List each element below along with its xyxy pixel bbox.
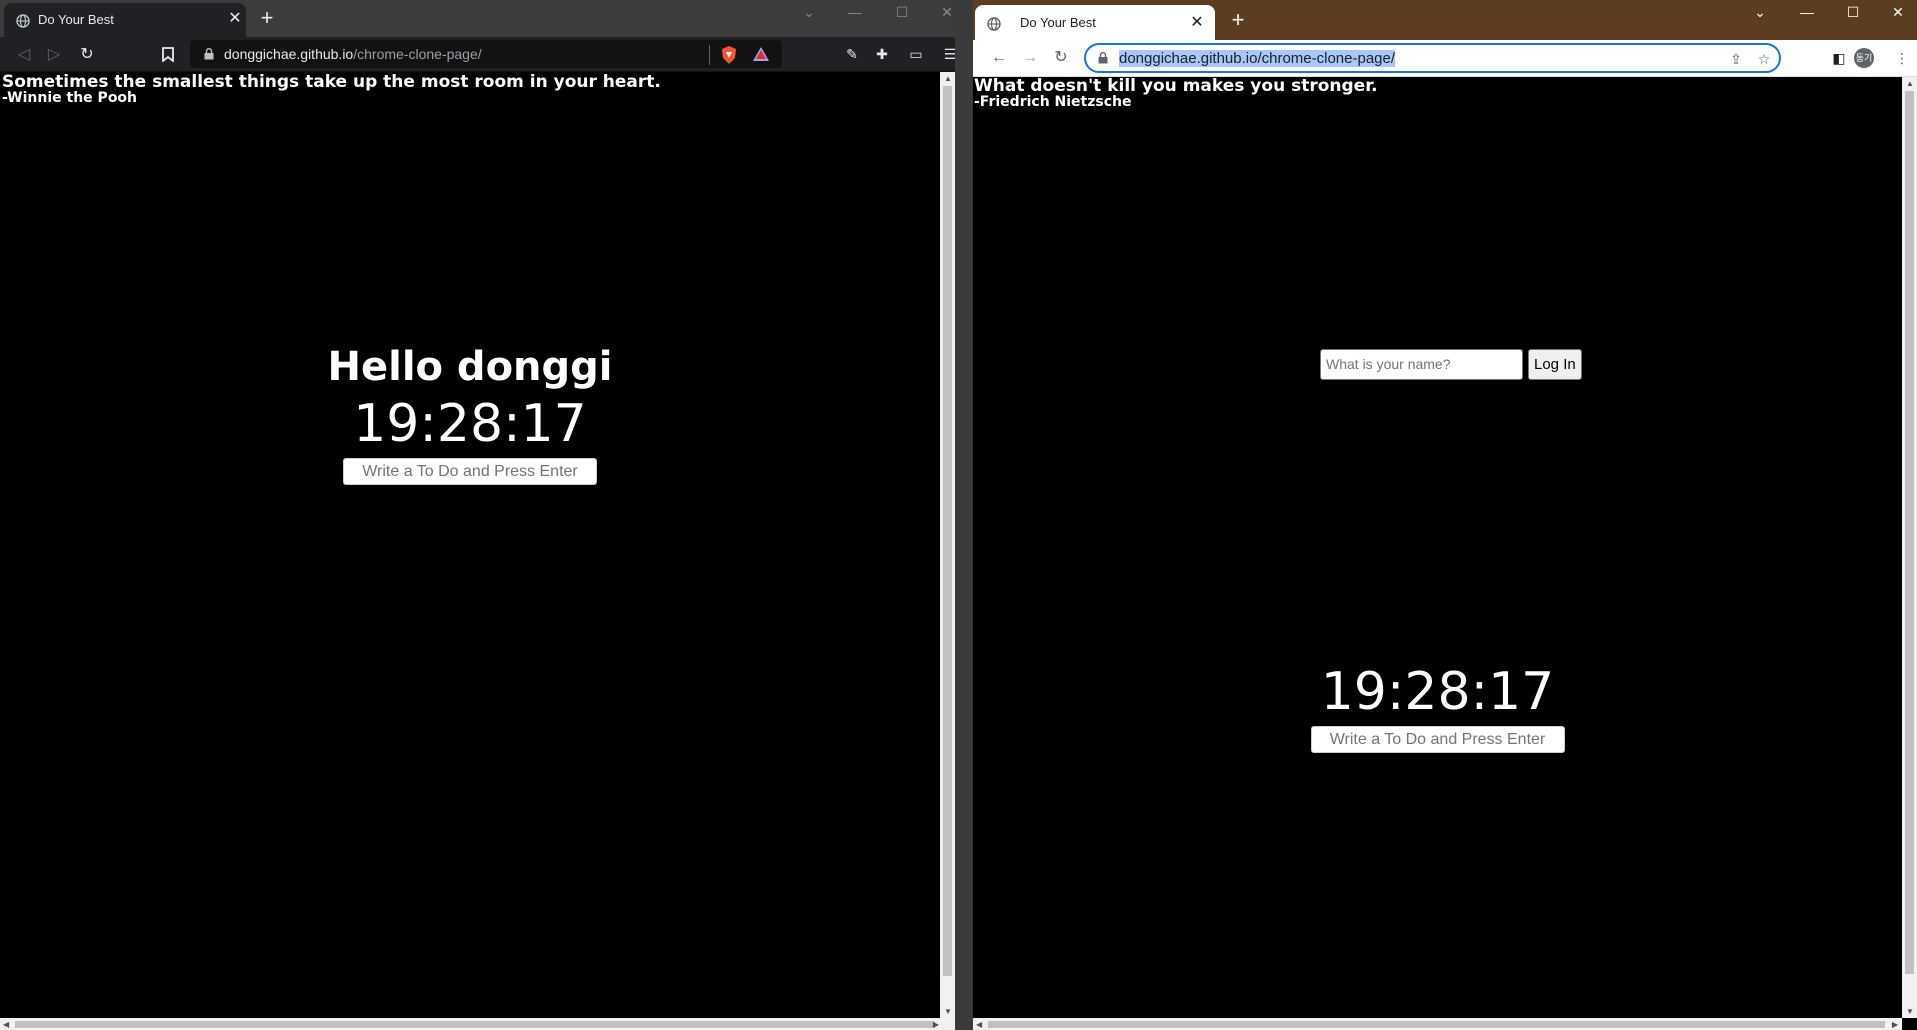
name-input[interactable]: What is your name? <box>1320 349 1523 380</box>
minimize-button[interactable]: — <box>1790 0 1824 24</box>
forward-icon[interactable]: → <box>1018 46 1042 70</box>
main-content: 19:28:17 Write a To Do and Press Enter <box>973 662 1902 753</box>
omnibox-divider <box>709 45 710 65</box>
lock-icon <box>1098 52 1108 64</box>
profile-avatar[interactable]: 동기 <box>1854 48 1874 68</box>
new-tab-button[interactable]: + <box>1225 8 1251 34</box>
tab-search-chevron-icon[interactable]: ⌄ <box>792 0 826 24</box>
page-viewport: What doesn't kill you makes you stronger… <box>973 77 1917 1030</box>
tab-strip: Do Your Best ✕ + ⌄ — ☐ ✕ <box>0 0 955 37</box>
url-text[interactable]: donggichae.github.io/chrome-clone-page/ <box>1119 50 1396 67</box>
vertical-scrollbar[interactable]: ▲ ▼ <box>940 72 955 1018</box>
horizontal-scrollbar[interactable]: ◀ ▶ <box>0 1018 955 1030</box>
clock: 19:28:17 <box>353 394 587 454</box>
quote-text: What doesn't kill you makes you stronger… <box>974 76 1378 96</box>
quote-block: What doesn't kill you makes you stronger… <box>974 77 1378 109</box>
tab-do-your-best[interactable]: Do Your Best ✕ <box>4 3 246 37</box>
quote-text: Sometimes the smallest things take up th… <box>2 72 661 92</box>
page-viewport: Sometimes the smallest things take up th… <box>0 72 955 1030</box>
reload-icon[interactable]: ↻ <box>1049 46 1073 70</box>
scroll-left-arrow[interactable]: ◀ <box>976 1020 982 1029</box>
back-icon[interactable]: ← <box>987 46 1011 70</box>
scrollbar-thumb[interactable] <box>1905 91 1914 974</box>
scroll-down-arrow[interactable]: ▼ <box>1906 1007 1914 1016</box>
scroll-left-arrow[interactable]: ◀ <box>3 1020 9 1029</box>
address-bar[interactable]: donggichae.github.io/chrome-clone-page/ <box>190 40 782 68</box>
scroll-down-arrow[interactable]: ▼ <box>944 1007 952 1016</box>
hscroll-thumb[interactable] <box>15 1021 935 1028</box>
quote-author: -Friedrich Nietzsche <box>974 94 1132 110</box>
side-panel-icon[interactable]: ◧ <box>1829 48 1849 68</box>
main-content: Hello donggi 19:28:17 Write a To Do and … <box>0 344 940 485</box>
scrollbar-thumb[interactable] <box>943 86 952 976</box>
brave-shield-icon[interactable] <box>720 45 738 65</box>
window-divider <box>955 0 973 1030</box>
tab-title: Do Your Best <box>1020 15 1096 30</box>
new-tab-button[interactable]: + <box>254 6 280 32</box>
login-form: What is your name? Log In <box>1320 349 1582 380</box>
url-text: donggichae.github.io/chrome-clone-page/ <box>224 46 482 62</box>
close-tab-icon[interactable]: ✕ <box>225 9 245 29</box>
toolbar: ◁ ▷ ↻ donggichae.github.io/chrome-clone-… <box>0 37 956 72</box>
tab-do-your-best[interactable]: Do Your Best ✕ <box>975 5 1215 40</box>
browser-window-right: Do Your Best ✕ + ⌄ — ☐ ✕ ← → ↻ donggicha… <box>973 0 1917 1030</box>
star-icon[interactable]: ☆ <box>1754 49 1774 69</box>
scroll-up-arrow[interactable]: ▲ <box>944 74 952 83</box>
scroll-up-arrow[interactable]: ▲ <box>1906 79 1914 88</box>
globe-icon <box>987 17 1001 31</box>
clock: 19:28:17 <box>1320 662 1555 722</box>
maximize-button[interactable]: ☐ <box>1836 0 1870 24</box>
tab-strip: Do Your Best ✕ + ⌄ — ☐ ✕ <box>973 0 1917 40</box>
close-window-button[interactable]: ✕ <box>1881 0 1915 24</box>
quote-block: Sometimes the smallest things take up th… <box>2 73 661 105</box>
share-icon[interactable]: ⇪ <box>1726 49 1746 69</box>
todo-input[interactable]: Write a To Do and Press Enter <box>343 458 597 485</box>
bookmark-icon[interactable] <box>162 47 174 62</box>
tab-title: Do Your Best <box>38 12 114 27</box>
minimize-button[interactable]: — <box>838 0 872 24</box>
greeting-heading: Hello donggi <box>327 344 613 390</box>
browser-window-left: Do Your Best ✕ + ⌄ — ☐ ✕ ◁ ▷ ↻ donggicha… <box>0 0 956 1030</box>
close-tab-icon[interactable]: ✕ <box>1187 13 1207 33</box>
login-button[interactable]: Log In <box>1528 349 1582 380</box>
horizontal-scrollbar[interactable]: ◀ ▶ <box>973 1018 1902 1030</box>
lock-icon <box>204 48 214 60</box>
vertical-scrollbar[interactable]: ▲ ▼ <box>1902 77 1917 1018</box>
wallet-icon[interactable]: ▭ <box>906 44 926 64</box>
address-bar[interactable]: donggichae.github.io/chrome-clone-page/ … <box>1084 43 1781 73</box>
url-host: donggichae.github.io <box>224 46 354 62</box>
menu-icon[interactable]: ⋮ <box>1892 48 1912 68</box>
tab-search-chevron-icon[interactable]: ⌄ <box>1743 0 1777 24</box>
hscroll-thumb[interactable] <box>988 1021 1885 1028</box>
quote-author: -Winnie the Pooh <box>2 90 138 106</box>
sidebar-toggle-icon[interactable]: ✎ <box>842 44 862 64</box>
globe-icon <box>16 14 30 28</box>
scroll-right-arrow[interactable]: ▶ <box>1892 1020 1898 1029</box>
maximize-button[interactable]: ☐ <box>885 0 919 24</box>
brave-rewards-icon[interactable] <box>752 46 770 62</box>
url-path: /chrome-clone-page/ <box>353 46 482 62</box>
toolbar: ← → ↻ donggichae.github.io/chrome-clone-… <box>973 40 1917 77</box>
extensions-icon[interactable]: ✚ <box>872 44 892 64</box>
back-icon[interactable]: ◁ <box>12 43 36 67</box>
todo-input[interactable]: Write a To Do and Press Enter <box>1310 726 1565 753</box>
reload-icon[interactable]: ↻ <box>75 43 99 67</box>
scroll-right-arrow[interactable]: ▶ <box>933 1020 939 1029</box>
forward-icon[interactable]: ▷ <box>42 43 66 67</box>
